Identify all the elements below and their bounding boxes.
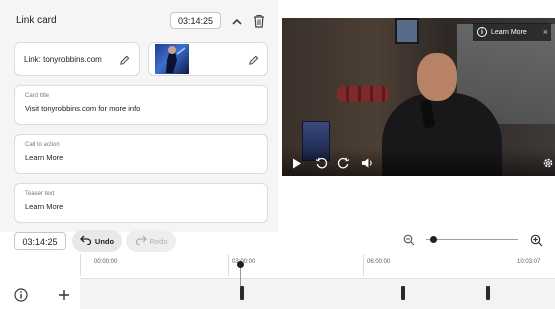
ruler-divider [80,254,81,276]
teaser-text-field[interactable]: Teaser text Learn More [14,183,268,223]
card-marker[interactable] [240,286,244,300]
wall-picture [395,18,419,44]
card-thumbnail [155,44,189,74]
volume-icon[interactable] [360,156,374,170]
field-label: Call to action [25,142,60,148]
field-label: Teaser text [25,191,55,197]
forward-10-icon[interactable] [336,156,350,170]
dumbbell-rack [337,86,389,102]
editor-header: Link card 03:14:25 [0,6,278,36]
speaker-head [417,53,457,101]
card-marker[interactable] [401,286,405,300]
field-value[interactable]: Learn More [25,202,63,211]
play-icon[interactable] [290,156,304,170]
undo-button[interactable]: Undo [72,230,122,252]
call-to-action-field[interactable]: Call to action Learn More [14,134,268,174]
card-marker[interactable] [486,286,490,300]
redo-button[interactable]: Redo [126,230,176,252]
settings-icon[interactable] [541,156,555,170]
timeline-ruler: 00:00:00 03:00:00 06:00:00 10:03:07 [80,254,555,276]
undo-label: Undo [94,236,115,246]
zoom-thumb[interactable] [430,236,438,243]
rewind-10-icon[interactable] [314,156,328,170]
card-title-field[interactable]: Card title Visit tonyrobbins.com for mor… [14,85,268,125]
add-icon[interactable] [56,287,72,303]
ruler-divider [363,254,364,276]
link-url: Link: tonyrobbins.com [24,55,102,64]
link-box[interactable]: Link: tonyrobbins.com [14,42,140,76]
info-icon: i [477,27,487,37]
chevron-up-icon[interactable] [229,14,245,30]
field-value[interactable]: Visit tonyrobbins.com for more info [25,104,140,113]
link-card-editor: Link card 03:14:25 Link: tonyrobbins.com [0,0,278,232]
pencil-icon[interactable] [246,53,260,67]
ruler-label: 06:00:00 [367,259,391,265]
card-teaser-overlay[interactable]: i Learn More × [473,23,551,41]
pencil-icon[interactable] [117,53,131,67]
close-icon[interactable]: × [543,27,548,37]
ruler-label: 10:03:07 [517,259,541,265]
teaser-label: Learn More [491,28,527,36]
zoom-in-icon[interactable] [529,233,543,247]
video-preview[interactable]: i Learn More × [282,18,555,176]
redo-label: Redo [149,236,168,246]
zoom-track [426,239,518,240]
card-track[interactable] [80,278,555,309]
undo-icon [79,235,92,247]
editor-title: Link card [16,15,57,26]
zoom-slider[interactable] [426,236,518,243]
field-label: Card title [25,93,50,99]
card-time-input[interactable]: 03:14:25 [170,12,221,29]
ruler-label: 00:00:00 [94,259,118,265]
zoom-out-icon[interactable] [403,234,415,246]
playhead-handle[interactable] [237,261,244,268]
redo-icon [135,235,147,247]
current-time-input[interactable]: 03:14:25 [14,232,66,250]
field-value[interactable]: Learn More [25,153,63,162]
info-icon[interactable] [13,287,29,303]
ruler-divider [228,254,229,276]
thumbnail-box[interactable] [148,42,268,76]
trash-icon[interactable] [251,12,267,30]
